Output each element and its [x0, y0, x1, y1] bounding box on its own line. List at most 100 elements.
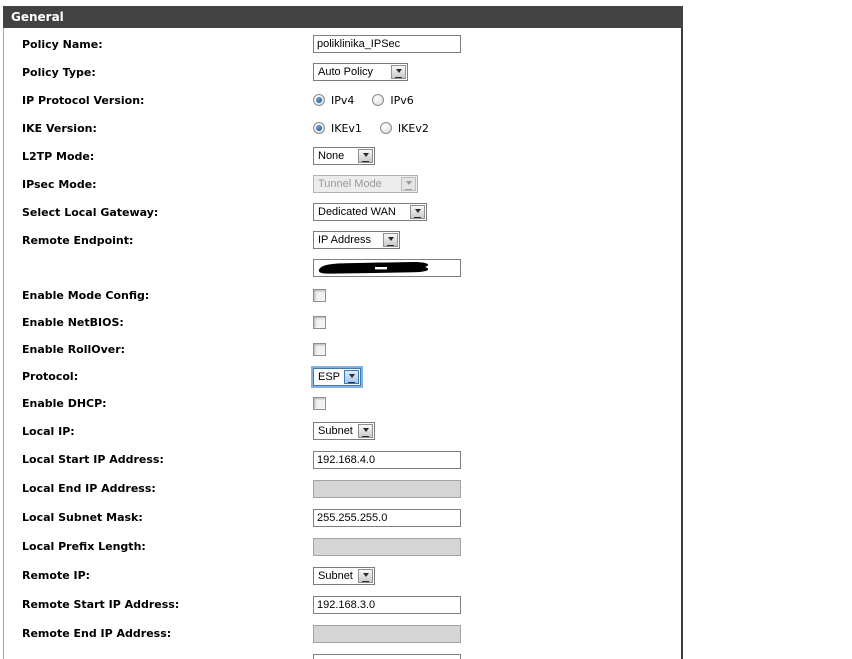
enable-netbios-label: Enable NetBIOS: [22, 316, 124, 329]
arrow-bar [362, 580, 369, 582]
enable-rollover-control [313, 343, 326, 356]
ike-version-option-ikev1[interactable]: IKEv1 [313, 122, 362, 135]
policy-type-control: Auto Policy [313, 63, 408, 81]
protocol-selected-value: ESP [318, 370, 341, 383]
radio-label: IKEv2 [397, 121, 429, 135]
chevron-down-icon[interactable] [358, 424, 373, 438]
remote-ip-label: Remote IP: [22, 569, 91, 582]
form-row: Policy Type: Auto Policy [4, 58, 681, 86]
protocol-control: ESP [311, 365, 363, 388]
l2tp-mode-selected-value: None [318, 150, 345, 162]
form-row: Enable Mode Config: [4, 282, 681, 309]
enable-mode-config-label: Enable Mode Config: [22, 289, 150, 302]
remote-start-ip-address-label: Remote Start IP Address: [22, 598, 180, 611]
redaction-ink [318, 262, 429, 274]
ipv4-radio[interactable] [313, 94, 325, 106]
arrow-bar [362, 436, 369, 437]
arrow-triangle [362, 572, 369, 580]
local-ip-label: Local IP: [22, 424, 75, 438]
chevron-down-icon[interactable] [344, 369, 360, 384]
local-prefix-length-label: Local Prefix Length: [22, 540, 146, 553]
chevron-down-icon[interactable] [391, 65, 406, 79]
form-row: Remote IP: Subnet [4, 561, 681, 590]
local-start-ip-address-input[interactable] [313, 450, 461, 469]
remote-end-ip-address-label: Remote End IP Address: [22, 627, 172, 640]
policy-type-selected-value: Auto Policy [318, 66, 374, 78]
general-panel: General Policy Name: Policy Type: Auto Pol… [3, 6, 683, 659]
ipsec-mode-control: Tunnel Mode [313, 175, 418, 193]
local-subnet-mask-control [313, 508, 461, 527]
local-ip-control: Subnet [313, 422, 375, 440]
arrow-triangle [362, 153, 369, 160]
form-row: Local Prefix Length: [4, 532, 681, 561]
remote-endpoint-address-control [313, 259, 461, 277]
bottom-cutoff-field-control [313, 654, 461, 659]
enable-rollover-checkbox[interactable] [313, 343, 326, 356]
remote-endpoint-address-input[interactable] [313, 259, 461, 277]
form-row: L2TP Mode: None [4, 142, 681, 170]
l2tp-mode-select[interactable]: None [313, 147, 375, 165]
ikev2-radio[interactable] [379, 122, 392, 134]
local-ip-select[interactable]: Subnet [313, 422, 375, 440]
protocol-label: Protocol: [22, 370, 79, 383]
radio-label: IPv4 [331, 93, 355, 107]
l2tp-mode-control: None [313, 147, 375, 165]
ike-version-control: IKEv1 IKEv2 [313, 122, 447, 135]
enable-dhcp-checkbox[interactable] [313, 397, 326, 410]
arrow-triangle [348, 373, 355, 381]
ipsec-mode-selected-value: Tunnel Mode [318, 178, 382, 190]
panel-title: General [11, 10, 64, 24]
local-subnet-mask-input[interactable] [313, 508, 461, 527]
form-row: IP Protocol Version: IPv4 IPv6 [4, 86, 681, 114]
local-prefix-length-input [313, 537, 461, 556]
enable-mode-config-checkbox[interactable] [313, 289, 326, 302]
chevron-down-icon[interactable] [383, 233, 398, 247]
policy-name-input[interactable] [313, 35, 461, 53]
local-end-ip-address-control [313, 479, 461, 498]
enable-netbios-checkbox[interactable] [313, 316, 326, 329]
policy-name-label: Policy Name: [22, 37, 103, 51]
remote-endpoint-select[interactable]: IP Address [313, 231, 400, 249]
remote-endpoint-selected-value: IP Address [318, 234, 371, 246]
ikev1-radio[interactable] [313, 122, 325, 134]
local-end-ip-address-input [313, 479, 461, 498]
policy-name-control [313, 35, 461, 53]
ip-protocol-version-option-ipv4[interactable]: IPv4 [313, 94, 354, 107]
ipsec-mode-label: IPsec Mode: [22, 177, 97, 191]
arrow-triangle [405, 181, 412, 188]
form-row: Enable DHCP: [4, 390, 681, 417]
form-row [4, 648, 681, 659]
chevron-down-icon [401, 177, 416, 191]
enable-netbios-control [313, 316, 326, 329]
form-row: Policy Name: [4, 30, 681, 58]
ike-version-option-ikev2[interactable]: IKEv2 [379, 121, 429, 135]
chevron-down-icon[interactable] [410, 205, 425, 219]
ip-protocol-version-option-ipv6[interactable]: IPv6 [372, 94, 414, 107]
form-row: Remote Start IP Address: [4, 590, 681, 619]
form-row: Local Start IP Address: [4, 445, 681, 474]
arrow-bar [395, 77, 402, 78]
select-local-gateway-select[interactable]: Dedicated WAN [313, 203, 427, 221]
enable-mode-config-control [313, 289, 326, 302]
arrow-bar [387, 245, 394, 246]
local-end-ip-address-label: Local End IP Address: [22, 482, 156, 495]
chevron-down-icon[interactable] [358, 149, 373, 163]
chevron-down-icon[interactable] [358, 568, 373, 583]
form-row: Remote End IP Address: [4, 619, 681, 648]
remote-ip-select[interactable]: Subnet [313, 566, 375, 585]
policy-type-select[interactable]: Auto Policy [313, 63, 408, 81]
arrow-bar [414, 217, 421, 218]
protocol-select[interactable]: ESP [311, 365, 363, 388]
ipsec-mode-select: Tunnel Mode [313, 175, 418, 193]
ike-version-label: IKE Version: [22, 121, 97, 135]
remote-endpoint-control: IP Address [313, 231, 400, 249]
remote-end-ip-address-input [313, 624, 461, 643]
form-rows: Policy Name: Policy Type: Auto Policy IP Pr… [4, 30, 681, 659]
remote-start-ip-address-input[interactable] [313, 595, 461, 614]
bottom-cutoff-field-input[interactable] [313, 654, 461, 659]
radio-label: IKEv1 [331, 121, 362, 135]
ipv6-radio[interactable] [372, 94, 385, 106]
enable-dhcp-control [313, 397, 326, 410]
form-row: Local IP: Subnet [4, 417, 681, 445]
remote-ip-selected-value: Subnet [318, 569, 353, 582]
